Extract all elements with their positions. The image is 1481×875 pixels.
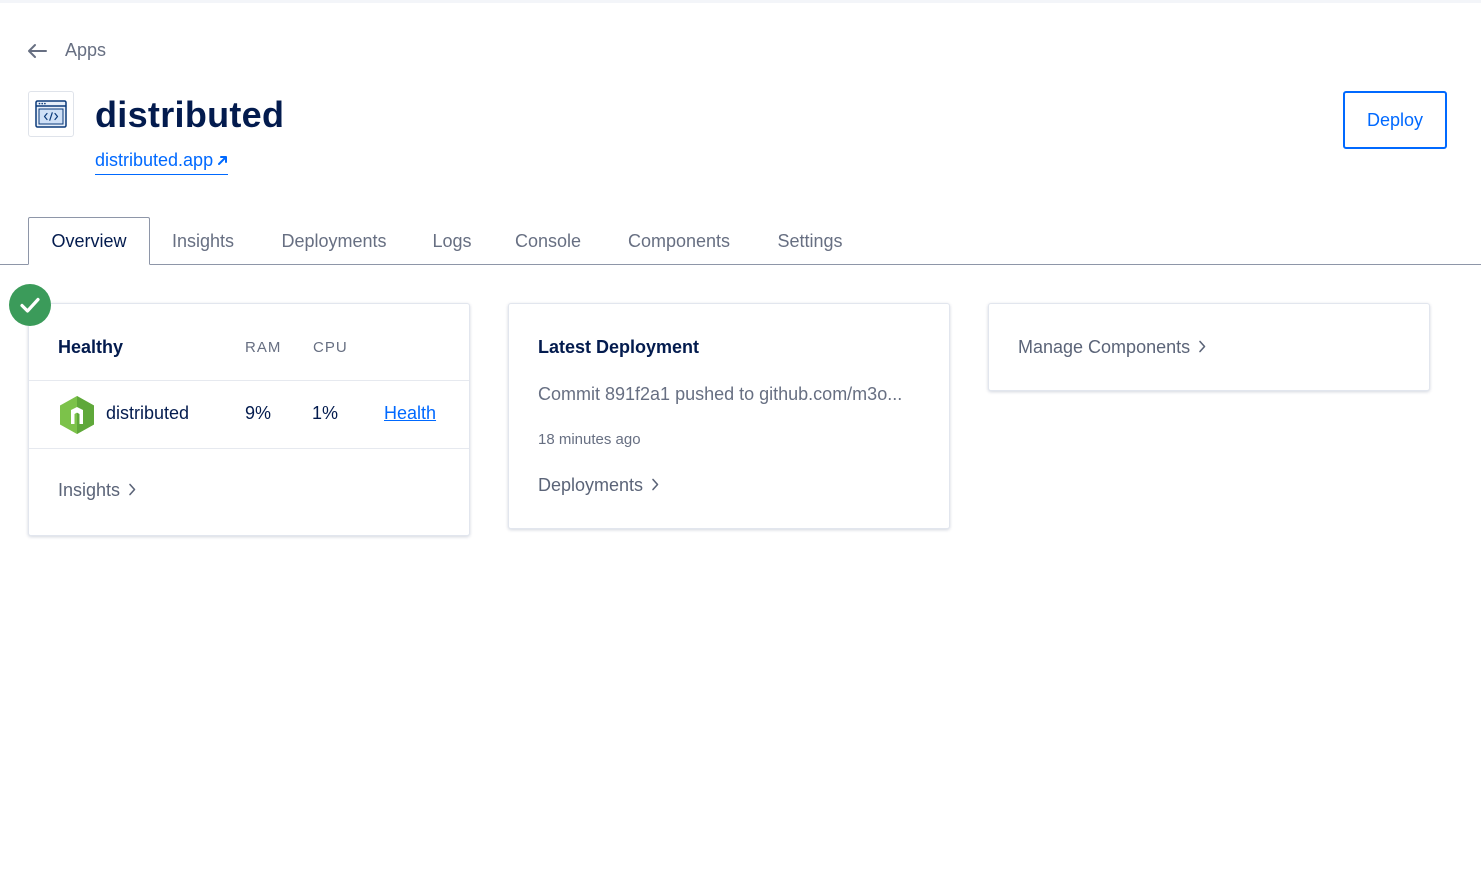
tab-settings[interactable]: Settings (765, 217, 855, 265)
health-card: Healthy RAM CPU distributed 9% 1% Health… (28, 303, 470, 536)
divider (29, 380, 469, 381)
app-url-text: distributed.app (95, 150, 214, 170)
manage-components-label: Manage Components (1018, 337, 1191, 357)
back-to-apps-link[interactable]: Apps (26, 40, 106, 61)
tab-deployments[interactable]: Deployments (268, 217, 400, 265)
ram-column-header: RAM (245, 339, 282, 356)
insights-link[interactable]: Insights (58, 480, 136, 501)
cpu-value: 1% (312, 403, 339, 423)
page-title: distributed (95, 94, 285, 135)
tab-insights[interactable]: Insights (160, 217, 246, 265)
tab-bar: Overview Insights Deployments Logs Conso… (0, 217, 1481, 265)
chevron-right-icon (1198, 337, 1206, 358)
cpu-column-header: CPU (313, 339, 348, 356)
check-circle-icon (9, 284, 51, 326)
back-label: Apps (65, 40, 107, 60)
divider (29, 448, 469, 449)
health-status-label: Healthy (58, 337, 124, 357)
health-link[interactable]: Health (384, 403, 436, 424)
tab-logs[interactable]: Logs (422, 217, 482, 265)
deployment-time: 18 minutes ago (538, 431, 641, 448)
manage-components-link[interactable]: Manage Components (1018, 337, 1206, 358)
external-link-icon (217, 150, 228, 171)
latest-deployment-card: Latest Deployment Commit 891f2a1 pushed … (508, 303, 950, 529)
commit-text: Commit 891f2a1 pushed to github.com/m3o.… (538, 384, 903, 404)
chevron-right-icon (651, 475, 659, 496)
chevron-right-icon (128, 480, 136, 501)
tab-overview[interactable]: Overview (28, 217, 150, 265)
app-url-link[interactable]: distributed.app (95, 150, 229, 175)
tab-components[interactable]: Components (614, 217, 744, 265)
code-window-icon (28, 91, 74, 137)
deployments-link[interactable]: Deployments (538, 475, 659, 496)
nodejs-hexagon-icon (59, 395, 95, 440)
arrow-left-icon (26, 43, 48, 59)
latest-deployment-title: Latest Deployment (538, 337, 700, 357)
deploy-button[interactable]: Deploy (1343, 91, 1447, 149)
ram-value: 9% (245, 403, 272, 423)
deployments-link-label: Deployments (538, 475, 644, 495)
manage-components-card: Manage Components (988, 303, 1430, 391)
insights-link-label: Insights (58, 480, 121, 500)
tab-console[interactable]: Console (503, 217, 593, 265)
top-border (0, 0, 1481, 3)
tab-divider (0, 264, 1481, 265)
component-name: distributed (106, 403, 190, 423)
